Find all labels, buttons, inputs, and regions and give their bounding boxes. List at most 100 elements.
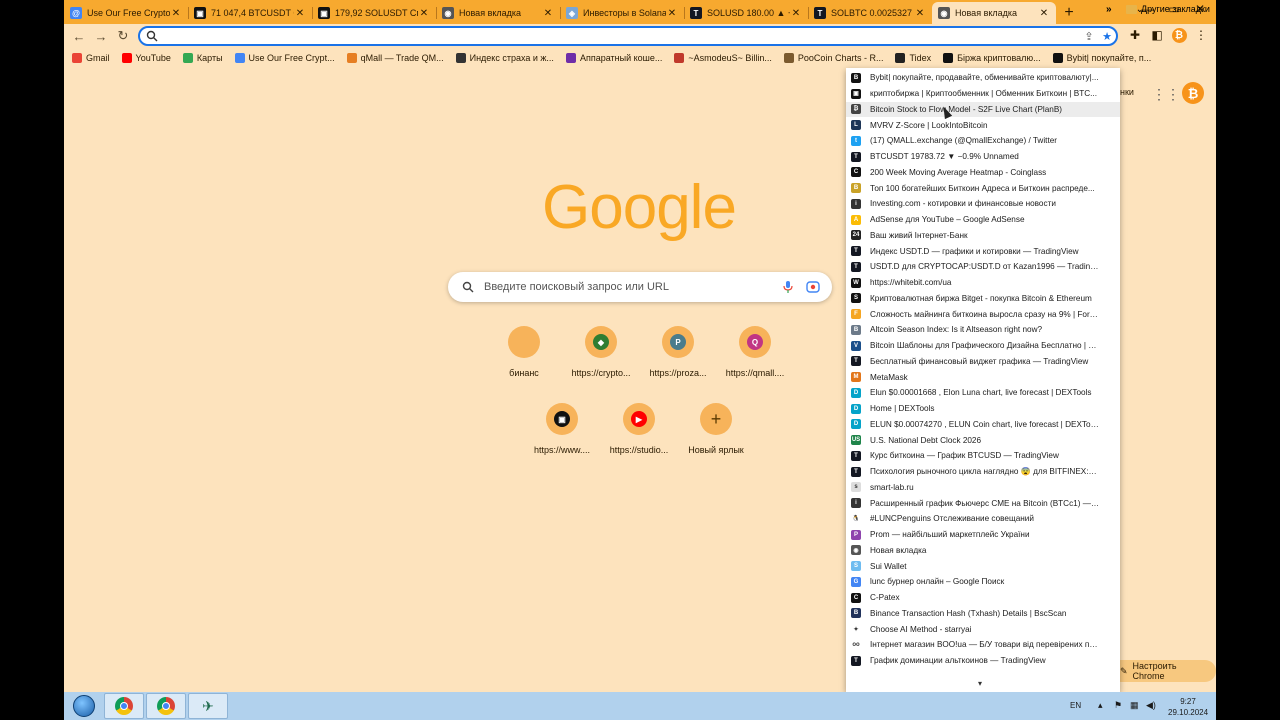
- tray-show-hidden-icon[interactable]: ▴: [1098, 700, 1103, 711]
- bookmark-menu-item[interactable]: S Sui Wallet: [846, 558, 1120, 574]
- bookmark-menu-item[interactable]: T Психология рыночного цикла наглядно 😨 д…: [846, 464, 1120, 480]
- new-tab-button[interactable]: +: [1056, 2, 1082, 24]
- bookmark-menu-item[interactable]: Whttps://whitebit.com/ua: [846, 275, 1120, 291]
- bookmark-menu-item[interactable]: ✦ Choose AI Method - starryai: [846, 621, 1120, 637]
- extensions-icon[interactable]: ✚: [1126, 28, 1144, 42]
- tray-network-icon[interactable]: ▦: [1130, 700, 1139, 711]
- tab-0[interactable]: @ Use Our Free Crypto ✕: [64, 2, 188, 24]
- bookmark-menu-item[interactable]: t (17) QMALL.exchange (@QmallExchange) / …: [846, 133, 1120, 149]
- shortcut-tile[interactable]: + Новый ярлык: [678, 403, 754, 455]
- tab-7[interactable]: ◉ Новая вкладка ✕: [932, 2, 1056, 24]
- bookmark-item[interactable]: PooCoin Charts - R...: [783, 53, 883, 63]
- bookmark-menu-item[interactable]: C C-Patex: [846, 590, 1120, 606]
- bookmark-menu-item[interactable]: 🐧 #LUNCPenguins Отслеживание совещаний: [846, 511, 1120, 527]
- bookmark-item[interactable]: Аппаратный коше...: [565, 53, 662, 63]
- bookmark-menu-item[interactable]: A AdSense для YouTube – Google AdSense: [846, 212, 1120, 228]
- tab-2[interactable]: ▣ 179,92 SOLUSDT Спо ✕: [312, 2, 436, 24]
- bookmark-menu-item[interactable]: T Бесплатный финансовый виджет графика — …: [846, 354, 1120, 370]
- bookmark-menu-item[interactable]: i Расширенный график Фьючерс CME на Bitco…: [846, 495, 1120, 511]
- bookmark-item[interactable]: Gmail: [72, 53, 110, 63]
- bookmark-star-icon[interactable]: ★: [1098, 30, 1116, 43]
- bookmark-menu-item[interactable]: i Investing.com - котировки и финансовые …: [846, 196, 1120, 212]
- bookmark-menu-item[interactable]: 24 Ваш живий Інтернет-Банк: [846, 228, 1120, 244]
- tab-1[interactable]: ▣ 71 047,4 BTCUSDT Cr ✕: [188, 2, 312, 24]
- bookmark-menu-item[interactable]: T BTCUSDT 19783.72 ▼ −0.9% Unnamed: [846, 149, 1120, 165]
- bookmark-menu-item[interactable]: D Elun $0.00001668 , Elon Luna chart, liv…: [846, 385, 1120, 401]
- bookmark-menu-item[interactable]: C 200 Week Moving Average Heatmap - Coing…: [846, 165, 1120, 181]
- start-button[interactable]: [66, 693, 102, 719]
- tab-5[interactable]: T SOLUSD 180.00 ▲ + ✕: [684, 2, 808, 24]
- bookmark-menu-item[interactable]: B Altcoin Season Index: Is it Altseason r…: [846, 322, 1120, 338]
- taskbar-app-button[interactable]: ✈: [188, 693, 228, 719]
- close-tab-icon[interactable]: ✕: [666, 8, 678, 19]
- bookmark-menu-item[interactable]: ◉ Новая вкладка: [846, 543, 1120, 559]
- close-tab-icon[interactable]: ✕: [418, 8, 430, 19]
- omnibox[interactable]: ⇪ ★: [138, 26, 1118, 46]
- share-icon[interactable]: ⇪: [1080, 30, 1098, 43]
- side-panel-icon[interactable]: ◧: [1148, 28, 1166, 42]
- bookmark-menu-item[interactable]: s smart-lab.ru: [846, 480, 1120, 496]
- bookmark-menu-item[interactable]: P Prom — найбільший маркетплейс України: [846, 527, 1120, 543]
- bookmark-menu-item[interactable]: L MVRV Z-Score | LookIntoBitcoin: [846, 117, 1120, 133]
- shortcut-tile[interactable]: Qhttps://qmall....: [717, 326, 793, 378]
- bookmark-menu-item[interactable]: S Криптовалютная биржа Bitget - покупка B…: [846, 291, 1120, 307]
- profile-avatar[interactable]: ₿: [1170, 27, 1188, 43]
- tab-6[interactable]: T SOLBTC 0.0025327 ▼✕: [808, 2, 932, 24]
- bookmark-menu-item[interactable]: Glunc бурнер онлайн – Google Поиск: [846, 574, 1120, 590]
- bookmark-item[interactable]: Карты: [182, 53, 223, 63]
- ntp-profile-avatar[interactable]: ₿: [1182, 82, 1204, 104]
- bookmark-menu-item[interactable]: T Индекс USDT.D — графики и котировки — T…: [846, 243, 1120, 259]
- bookmark-menu-item[interactable]: oo Інтернет магазин BOO!ua — Б/У товари в…: [846, 637, 1120, 653]
- bookmark-item[interactable]: Tidex: [895, 53, 931, 63]
- bookmark-item[interactable]: qMall — Trade QM...: [346, 53, 444, 63]
- bookmark-item[interactable]: Біржа криптовалю...: [943, 53, 1041, 63]
- reload-button[interactable]: ↻: [112, 28, 134, 44]
- bookmark-menu-item[interactable]: B Топ 100 богатейших Биткоин Адреса и Бит…: [846, 180, 1120, 196]
- taskbar-chrome-button-2[interactable]: [146, 693, 186, 719]
- tray-clock[interactable]: 9:27 29.10.2024: [1168, 696, 1208, 718]
- close-tab-icon[interactable]: ✕: [914, 8, 926, 19]
- bookmark-item[interactable]: YouTube: [121, 53, 171, 63]
- forward-button[interactable]: →: [90, 29, 112, 44]
- bookmark-menu-item[interactable]: ▣ криптобиржа | Криптообменник | Обменник…: [846, 86, 1120, 102]
- bookmarks-overflow-button[interactable]: »: [1106, 4, 1112, 15]
- ntp-search-box[interactable]: Введите поисковый запрос или URL: [448, 272, 832, 302]
- bookmark-menu-item[interactable]: V Bitcoin Шаблоны для Графического Дизайн…: [846, 338, 1120, 354]
- bookmark-menu-item[interactable]: US U.S. National Debt Clock 2026: [846, 432, 1120, 448]
- shortcut-tile[interactable]: Phttps://proza...: [640, 326, 716, 378]
- close-tab-icon[interactable]: ✕: [542, 8, 554, 19]
- menu-scroll-down-icon[interactable]: ▾: [978, 679, 982, 688]
- bookmark-menu-item[interactable]: D ELUN $0.00074270 , ELUN Coin chart, liv…: [846, 417, 1120, 433]
- bookmark-menu-item[interactable]: M MetaMask: [846, 369, 1120, 385]
- bookmark-item[interactable]: Индекс страха и ж...: [455, 53, 554, 63]
- tray-flag-icon[interactable]: ⚑: [1114, 700, 1122, 711]
- lens-camera-icon[interactable]: [806, 281, 820, 293]
- tab-3[interactable]: ◉ Новая вкладка ✕: [436, 2, 560, 24]
- bookmark-item[interactable]: ~AsmodeuS~ Billin...: [674, 53, 772, 63]
- bookmark-item[interactable]: Bybit| покупайте, п...: [1052, 53, 1151, 63]
- bookmark-menu-item[interactable]: D Home | DEXTools: [846, 401, 1120, 417]
- shortcut-tile[interactable]: бинанс: [486, 326, 562, 378]
- kebab-menu-icon[interactable]: ⋮: [1192, 28, 1210, 42]
- tab-4[interactable]: ◈ Инвесторы в Solana ✕: [560, 2, 684, 24]
- customize-chrome-button[interactable]: ✎ Настроить Chrome: [1110, 660, 1216, 682]
- other-bookmarks-folder[interactable]: Другие закладки: [1126, 4, 1210, 14]
- microphone-icon[interactable]: [782, 280, 794, 294]
- close-tab-icon[interactable]: ✕: [790, 8, 802, 19]
- bookmark-menu-item[interactable]: B Bybit| покупайте, продавайте, обменивай…: [846, 70, 1120, 86]
- tray-language[interactable]: EN: [1070, 701, 1081, 710]
- bookmark-menu-item[interactable]: T График доминации альткоинов — TradingVi…: [846, 653, 1120, 669]
- back-button[interactable]: ←: [68, 29, 90, 44]
- close-tab-icon[interactable]: ✕: [1038, 8, 1050, 19]
- omnibox-input[interactable]: [162, 30, 1080, 42]
- bookmark-menu-item[interactable]: T USDT.D для CRYPTOCAP:USDT.D от Kazan199…: [846, 259, 1120, 275]
- bookmark-menu-item[interactable]: T Курс биткоина — График BTCUSD — Trading…: [846, 448, 1120, 464]
- close-tab-icon[interactable]: ✕: [294, 8, 306, 19]
- bookmark-menu-item[interactable]: B Binance Transaction Hash (Txhash) Detai…: [846, 606, 1120, 622]
- ntp-link-partial[interactable]: нки: [1120, 87, 1134, 97]
- tray-volume-icon[interactable]: ◀): [1146, 700, 1156, 711]
- bookmark-menu-item[interactable]: F Сложность майнинга биткоина выросла сра…: [846, 306, 1120, 322]
- taskbar-chrome-button[interactable]: [104, 693, 144, 719]
- close-tab-icon[interactable]: ✕: [170, 8, 182, 19]
- shortcut-tile[interactable]: ▶ https://studio...: [601, 403, 677, 455]
